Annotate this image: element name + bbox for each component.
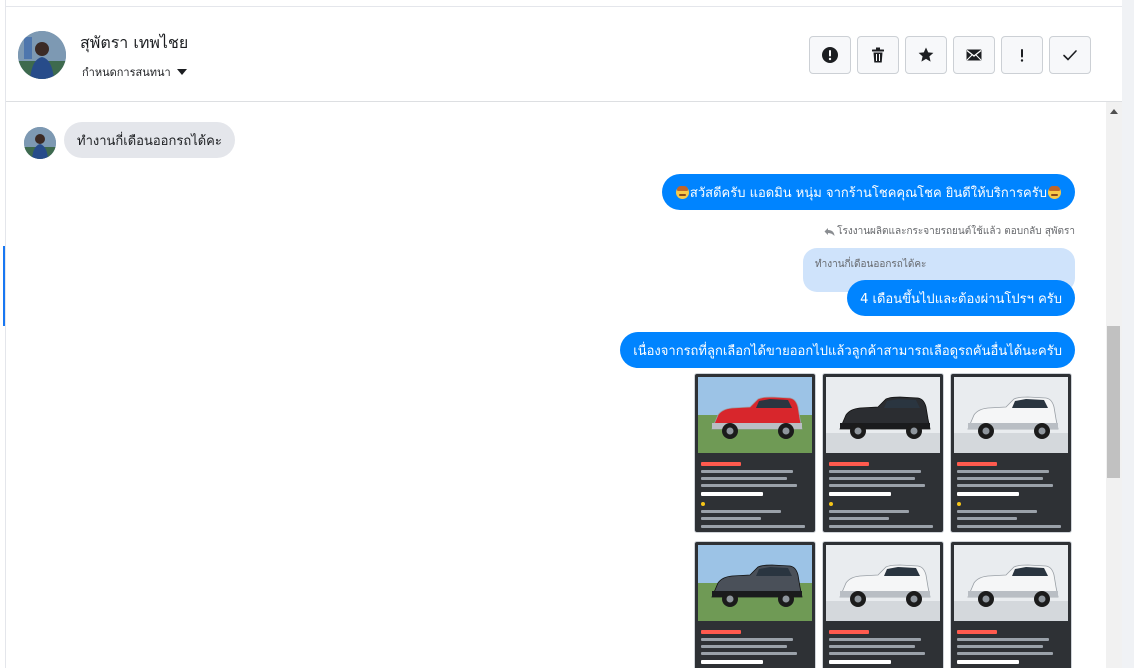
card-detail-line	[829, 645, 915, 648]
card-title-line	[829, 492, 891, 496]
delete-button[interactable]	[857, 36, 899, 74]
price-tag-strip	[829, 630, 869, 634]
card-detail-line	[829, 477, 915, 480]
card-detail-line	[957, 517, 1017, 520]
card-detail-line	[829, 652, 925, 655]
car-photo-card[interactable]	[822, 541, 944, 668]
card-title-line	[957, 492, 1019, 496]
incoming-message-text: ทำงานกี่เดือนออกรถได้คะ	[77, 133, 222, 149]
card-detail-line	[829, 484, 925, 487]
card-detail-line	[957, 470, 1049, 473]
card-detail-line	[701, 652, 797, 655]
answer-text: 4 เดือนขึ้นไปและต้องผ่านโปรฯ ครับ	[860, 291, 1062, 307]
car-photo	[826, 377, 940, 453]
conversation-toolbar	[809, 36, 1091, 74]
active-indicator	[3, 246, 5, 326]
contact-name: สุพัตรา เทพไชย	[80, 33, 189, 52]
envelope-icon	[966, 49, 982, 61]
outgoing-message-answer[interactable]: 4 เดือนขึ้นไปและต้องผ่านโปรฯ ครับ	[847, 280, 1075, 316]
star-icon	[918, 47, 934, 62]
card-detail-line	[957, 652, 1053, 655]
card-detail-line	[701, 645, 787, 648]
messenger-app: สุพัตรา เทพไชย กำหนดการสนทนา ทำงานกี่เดื…	[0, 0, 1134, 668]
card-detail-line	[957, 645, 1043, 648]
card-detail-line	[957, 510, 1037, 513]
car-photo	[698, 545, 812, 621]
card-detail-line	[701, 638, 793, 641]
price-tag-strip	[957, 630, 997, 634]
card-detail-line	[957, 477, 1043, 480]
reply-context-text: โรงงานผลิตและกระจายรถยนต์ใช้แล้ว ตอบกลับ…	[837, 226, 1075, 237]
card-detail-line	[701, 470, 793, 473]
card-detail-line	[701, 525, 805, 528]
car-photo-card[interactable]	[950, 373, 1072, 533]
card-title-line	[701, 660, 763, 664]
emoji-icon	[675, 185, 689, 199]
scrollbar-thumb[interactable]	[1107, 326, 1120, 478]
report-button[interactable]	[809, 36, 851, 74]
mark-unread-button[interactable]	[953, 36, 995, 74]
card-detail-line	[701, 517, 761, 520]
conversation-header: สุพัตรา เทพไชย กำหนดการสนทนา	[6, 6, 1122, 102]
card-detail-line	[829, 517, 889, 520]
offer-text: เนื่องจากรถที่ลูกเลือกได้ขายออกไปแล้วลูก…	[633, 343, 1062, 359]
reply-context: โรงงานผลิตและกระจายรถยนต์ใช้แล้ว ตอบกลับ…	[824, 224, 1075, 239]
emoji-icon	[1048, 185, 1061, 199]
card-detail-line	[701, 510, 781, 513]
car-photo	[826, 545, 940, 621]
message-list[interactable]: ทำงานกี่เดือนออกรถได้คะ สวัสดีครับ แอดมิ…	[6, 102, 1106, 668]
card-detail-line	[829, 470, 921, 473]
card-detail-line	[957, 484, 1053, 487]
card-detail-line	[957, 638, 1049, 641]
price-tag-strip	[829, 462, 869, 466]
car-image-grid	[694, 373, 1072, 668]
car-photo-card[interactable]	[950, 541, 1072, 668]
conversation-settings-label: กำหนดการสนทนา	[82, 66, 171, 79]
scroll-up-arrow-icon[interactable]	[1110, 109, 1118, 114]
trash-icon	[872, 47, 884, 63]
message-scrollbar[interactable]	[1106, 102, 1122, 668]
caret-down-icon	[176, 69, 187, 75]
greeting-text: สวัสดีครับ แอดมิน หนุ่ม จากร้านโชคคุณโชค…	[689, 185, 1047, 201]
conversation-settings-dropdown[interactable]: กำหนดการสนทนา	[82, 63, 187, 81]
mark-important-button[interactable]	[1001, 36, 1043, 74]
star-dot-icon	[701, 502, 705, 506]
exclamation-icon	[1020, 49, 1024, 62]
contact-avatar[interactable]	[18, 31, 66, 79]
incoming-message[interactable]: ทำงานกี่เดือนออกรถได้คะ	[64, 122, 235, 158]
car-photo-card[interactable]	[694, 541, 816, 668]
card-title-line	[701, 492, 763, 496]
card-title-line	[829, 660, 891, 664]
star-dot-icon	[957, 502, 961, 506]
car-photo	[954, 377, 1068, 453]
car-photo	[954, 545, 1068, 621]
exclamation-circle-icon	[822, 47, 838, 63]
right-edge	[1122, 0, 1134, 668]
card-detail-line	[701, 484, 797, 487]
quoted-message-text: ทำงานกี่เดือนออกรถได้คะ	[815, 259, 927, 270]
car-photo-card[interactable]	[694, 373, 816, 533]
price-tag-strip	[957, 462, 997, 466]
card-detail-line	[829, 525, 933, 528]
card-detail-line	[829, 510, 909, 513]
card-detail-line	[957, 525, 1061, 528]
car-photo	[698, 377, 812, 453]
card-detail-line	[701, 477, 787, 480]
price-tag-strip	[701, 630, 741, 634]
mark-done-button[interactable]	[1049, 36, 1091, 74]
star-button[interactable]	[905, 36, 947, 74]
reply-arrow-icon	[824, 227, 835, 236]
card-title-line	[957, 660, 1019, 664]
price-tag-strip	[701, 462, 741, 466]
outgoing-message-offer[interactable]: เนื่องจากรถที่ลูกเลือกได้ขายออกไปแล้วลูก…	[620, 332, 1075, 368]
car-photo-card[interactable]	[822, 373, 944, 533]
sender-avatar	[24, 127, 56, 159]
outgoing-message-greeting[interactable]: สวัสดีครับ แอดมิน หนุ่ม จากร้านโชคคุณโชค…	[661, 174, 1075, 210]
card-detail-line	[829, 638, 921, 641]
check-icon	[1063, 50, 1077, 61]
star-dot-icon	[829, 502, 833, 506]
